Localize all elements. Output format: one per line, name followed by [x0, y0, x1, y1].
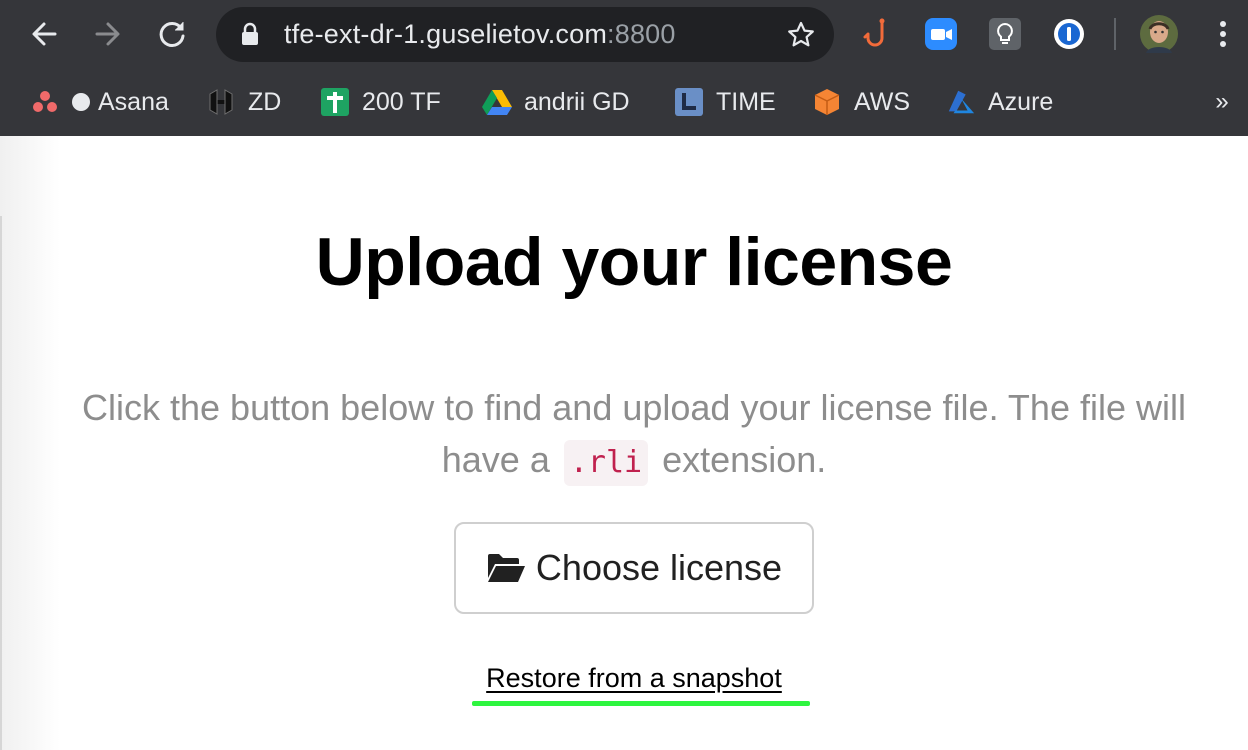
bookmark-label: Azure	[988, 87, 1054, 116]
bookmark-label: AWS	[854, 87, 911, 116]
toolbar-separator	[1114, 18, 1116, 50]
bookmark-200tf[interactable]: 200 TF	[320, 82, 441, 122]
bookmark-azure[interactable]: Azure	[946, 82, 1053, 122]
bookmark-label: TIME	[716, 87, 776, 116]
file-extension-code: .rli	[563, 440, 649, 486]
1password-icon	[1054, 19, 1084, 49]
zoom-icon	[925, 18, 957, 50]
folder-open-icon	[486, 552, 526, 584]
page-title: Upload your license	[315, 224, 953, 300]
zoom-extension-button[interactable]	[922, 15, 960, 53]
url-text: tfe-ext-dr-1.guselietov.com:8800	[284, 18, 676, 51]
reload-icon	[159, 21, 185, 47]
browser-menu-button[interactable]	[1204, 15, 1242, 53]
lock-icon	[242, 22, 258, 45]
page-content: Upload your license Click the button bel…	[0, 136, 1248, 750]
bookmark-asana[interactable]: Asana	[30, 82, 169, 122]
address-bar[interactable]: tfe-ext-dr-1.guselietov.com:8800	[216, 7, 834, 62]
forward-arrow-icon	[95, 22, 120, 46]
back-button[interactable]	[24, 14, 64, 54]
kebab-menu-icon	[1220, 21, 1226, 47]
lightbulb-extension-button[interactable]	[986, 15, 1024, 53]
bookmark-time[interactable]: TIME	[674, 82, 776, 122]
sheets-icon	[320, 87, 350, 117]
bookmarks-bar: Asana ZD 200 TF andrii GD TIME AWS Azure…	[0, 68, 1248, 136]
url-port: :8800	[607, 19, 676, 49]
bookmark-andrii-gd[interactable]: andrii GD	[482, 82, 630, 122]
hook-icon	[863, 18, 885, 47]
green-highlight-underline	[472, 701, 810, 706]
bookmark-label: andrii GD	[524, 87, 630, 116]
aws-cube-icon	[812, 87, 842, 117]
bookmark-label: ZD	[248, 87, 282, 116]
1password-extension-button[interactable]	[1050, 15, 1088, 53]
upload-instructions: Click the button below to find and uploa…	[40, 382, 1228, 486]
hashicorp-icon	[206, 87, 236, 117]
instructions-text-end: extension.	[662, 439, 827, 480]
hook-extension-button[interactable]	[858, 15, 896, 53]
azure-icon	[946, 87, 976, 117]
bookmark-aws[interactable]: AWS	[812, 82, 910, 122]
bookmark-label: Asana	[98, 87, 169, 116]
reload-button[interactable]	[152, 14, 192, 54]
url-host: tfe-ext-dr-1.guselietov.com	[284, 19, 608, 49]
more-bookmarks-button[interactable]: »	[1208, 84, 1236, 120]
restore-snapshot-link[interactable]: Restore from a snapshot	[474, 661, 794, 695]
google-drive-icon	[482, 87, 512, 117]
choose-license-label: Choose license	[535, 547, 783, 588]
white-dot-icon	[72, 93, 90, 111]
browser-toolbar: tfe-ext-dr-1.guselietov.com:8800	[0, 0, 1248, 68]
bookmark-label: 200 TF	[362, 87, 441, 116]
lightbulb-icon	[989, 18, 1021, 50]
bookmark-star-icon[interactable]	[786, 20, 816, 50]
clock-icon	[674, 87, 704, 117]
browser-chrome: tfe-ext-dr-1.guselietov.com:8800 Asana Z…	[0, 0, 1248, 136]
profile-avatar-button[interactable]	[1140, 15, 1178, 53]
bookmark-zd[interactable]: ZD	[206, 82, 281, 122]
choose-license-button[interactable]: Choose license	[454, 522, 814, 614]
asana-icon	[30, 87, 60, 117]
back-arrow-icon	[32, 22, 57, 46]
avatar	[1140, 15, 1178, 53]
forward-button[interactable]	[88, 14, 128, 54]
